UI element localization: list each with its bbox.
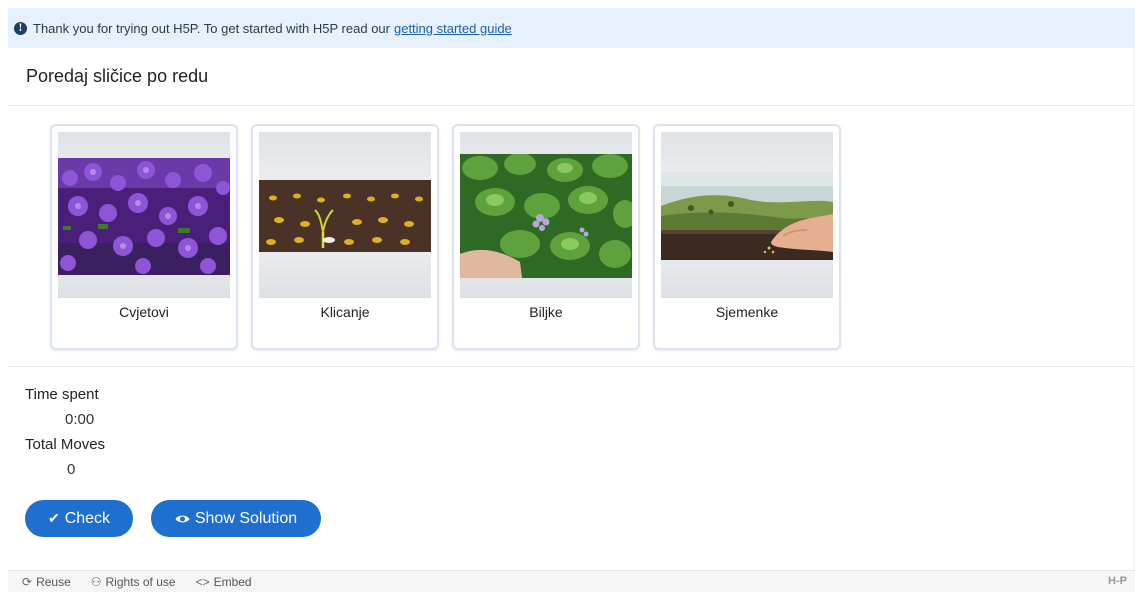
card-label: Cvjetovi: [119, 304, 169, 320]
info-icon: !: [14, 21, 27, 35]
card-image-box: [460, 132, 632, 298]
reuse-button[interactable]: ⟳ Reuse: [22, 575, 71, 589]
handshake-icon: ⚇: [90, 574, 102, 589]
total-moves-label: Total Moves: [25, 436, 106, 453]
check-icon: ✔: [47, 510, 60, 526]
card-image-box: [259, 132, 431, 298]
flowers-image: [58, 158, 230, 275]
card-label: Sjemenke: [715, 304, 779, 320]
eye-icon: [175, 511, 190, 527]
total-moves-value: 0: [67, 461, 76, 478]
h5p-page: ! Thank you for trying out H5P. To get s…: [8, 8, 1135, 592]
check-button-label: Check: [64, 509, 111, 527]
h5p-footer: ⟳ Reuse ⚇ Rights of use <> Embed H-P: [8, 570, 1135, 592]
sequence-card-sjemenke[interactable]: Sjemenke: [653, 124, 841, 350]
card-image-box: [661, 132, 833, 298]
stats-divider: [8, 366, 1134, 367]
getting-started-link[interactable]: getting started guide: [394, 21, 512, 36]
card-image-box: [58, 132, 230, 298]
embed-label: Embed: [213, 574, 252, 589]
h5p-logo[interactable]: H-P: [1108, 575, 1127, 587]
embed-button[interactable]: <> Embed: [196, 575, 252, 589]
time-spent-value: 0:00: [65, 411, 95, 428]
sequence-card-biljke[interactable]: Biljke: [452, 124, 640, 350]
time-spent-label: Time spent: [25, 386, 99, 403]
getting-started-notice: ! Thank you for trying out H5P. To get s…: [8, 8, 1135, 48]
check-button[interactable]: ✔ Check: [25, 500, 133, 537]
rights-label: Rights of use: [105, 574, 176, 589]
card-label: Biljke: [529, 304, 563, 320]
plants-image: [460, 154, 632, 278]
image-sequencing-task: Poredaj sličice po redu Cvjetovi Klicanj…: [8, 48, 1135, 570]
reuse-icon: ⟳: [22, 574, 33, 589]
task-title: Poredaj sličice po redu: [8, 48, 1134, 106]
sequence-card-cvjetovi[interactable]: Cvjetovi: [50, 124, 238, 350]
show-solution-button[interactable]: Show Solution: [151, 500, 321, 537]
show-solution-label: Show Solution: [194, 509, 298, 527]
reuse-label: Reuse: [36, 574, 71, 589]
seeds-image: [661, 172, 833, 260]
sprouting-image: [259, 180, 431, 252]
rights-of-use-button[interactable]: ⚇ Rights of use: [91, 575, 176, 589]
embed-icon: <>: [195, 574, 210, 589]
card-label: Klicanje: [320, 304, 370, 320]
notice-text: Thank you for trying out H5P. To get sta…: [33, 20, 390, 36]
sequence-card-klicanje[interactable]: Klicanje: [251, 124, 439, 350]
